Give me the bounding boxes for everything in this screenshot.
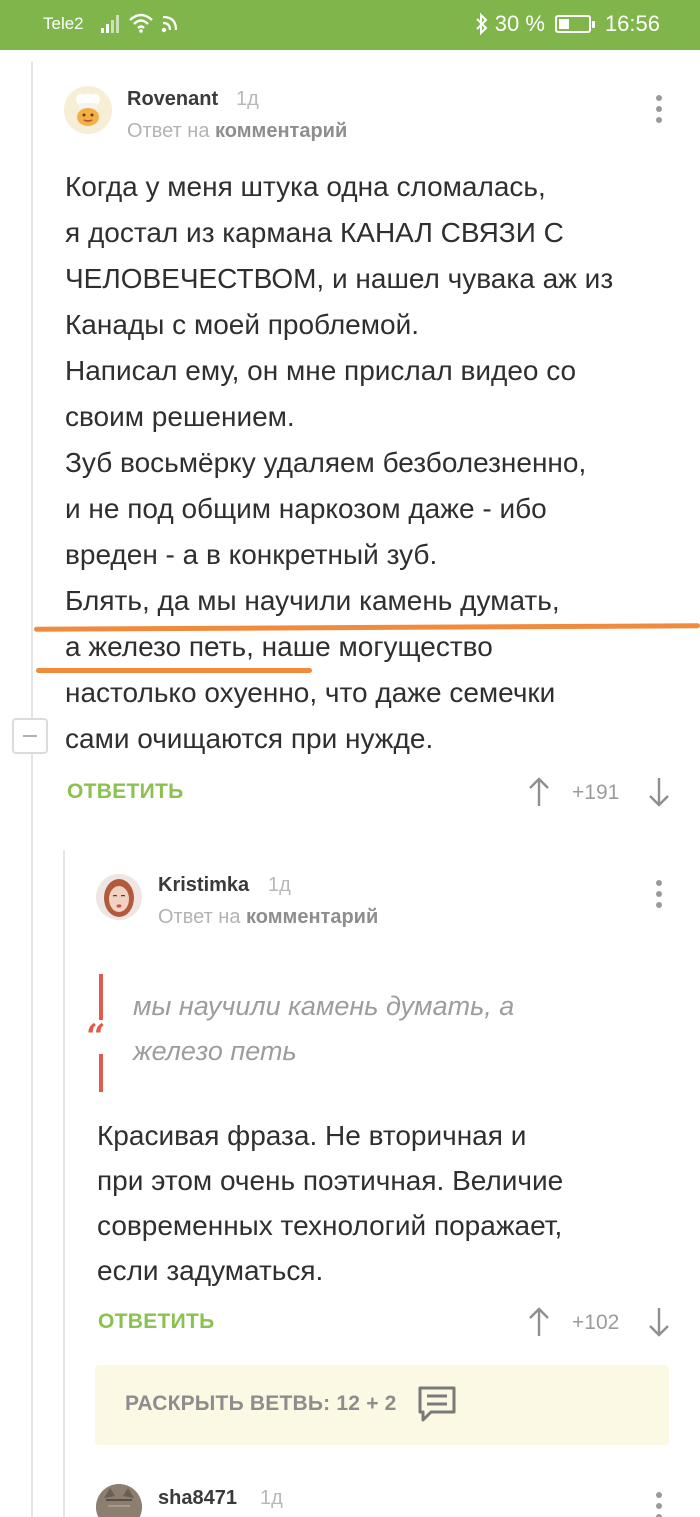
comment-line: вреден - а в конкретный зуб. [65, 539, 438, 570]
downvote-arrow-icon[interactable] [647, 1306, 671, 1338]
reply-to-label: Ответ на комментарий [158, 906, 378, 929]
comment-line: Зуб восьмёрку удаляем безболезненно, [65, 447, 587, 478]
comment-line: современных технологий поражает, [97, 1210, 563, 1241]
more-options-icon[interactable] [655, 1492, 663, 1517]
comment-line: сами очищаются при нужде. [65, 723, 434, 754]
comment-line: я достал из кармана КАНАЛ СВЯЗИ С [65, 217, 564, 248]
reply-prefix: Ответ на [158, 906, 241, 928]
comment-line: Когда у меня штука одна сломалась, [65, 171, 546, 202]
quote-line: железо петь [133, 1036, 297, 1066]
comments-icon [418, 1386, 456, 1422]
avatar[interactable] [96, 1484, 142, 1517]
reply-to-link[interactable]: комментарий [215, 120, 347, 142]
comment-line: и не под общим наркозом даже - ибо [65, 493, 547, 524]
reply-to-label: Ответ на комментарий [127, 120, 347, 143]
thread-line [31, 62, 33, 1517]
avatar[interactable] [64, 86, 112, 134]
upvote-arrow-icon[interactable] [527, 776, 551, 808]
downvote-arrow-icon[interactable] [647, 776, 671, 808]
more-options-icon[interactable] [655, 95, 663, 125]
comment-line: Канады с моей проблемой. [65, 309, 419, 340]
expand-branch-label: РАСКРЫТЬ ВЕТВЬ: 12 + 2 [125, 1392, 397, 1415]
comment-time: 1д [260, 1487, 283, 1509]
highlight-underline [36, 668, 312, 673]
cat-avatar-icon [96, 1484, 142, 1517]
quote-mark-icon: “ [86, 1017, 106, 1057]
battery-icon [554, 15, 595, 33]
comment-line: своим решением. [65, 401, 295, 432]
clock: 16:56 [604, 11, 660, 36]
comment-line: Красивая фраза. Не вторичная и [97, 1120, 527, 1151]
upvote-arrow-icon[interactable] [527, 1306, 551, 1338]
comment-time: 1д [268, 874, 291, 896]
user-avatar-icon [96, 874, 142, 920]
expand-branch-button[interactable]: РАСКРЫТЬ ВЕТВЬ: 12 + 2 [95, 1365, 669, 1445]
comment-author[interactable]: Rovenant [127, 88, 218, 111]
wifi-icon [129, 13, 153, 33]
comment-author[interactable]: Kristimka [158, 874, 249, 897]
quote-line: мы научили камень думать, а [133, 991, 515, 1021]
comment-body: Красивая фраза. Не вторичная и при этом … [97, 1113, 677, 1293]
comment-line: если задуматься. [97, 1255, 324, 1286]
comment-time: 1д [236, 88, 259, 110]
battery-level [558, 19, 569, 29]
comment-line: Написал ему, он мне прислал видео со [65, 355, 577, 386]
comment-score: +102 [572, 1311, 620, 1334]
comment-score: +191 [572, 781, 620, 804]
carrier-label: Tele2 [43, 14, 84, 33]
battery-percent: 30 % [494, 11, 545, 36]
comment-line: Блять, да мы научили камень думать, [65, 585, 560, 616]
comment-line: при этом очень поэтичная. Величие [97, 1165, 564, 1196]
comment-author[interactable]: sha8471 [158, 1487, 237, 1510]
reply-button[interactable]: ОТВЕТИТЬ [98, 1310, 215, 1334]
chef-avatar-icon [64, 86, 112, 134]
reply-to-link[interactable]: комментарий [246, 906, 378, 928]
quoted-text: мы научили камень думать, а железо петь [133, 984, 514, 1074]
signal-icon [101, 15, 119, 33]
reply-button[interactable]: ОТВЕТИТЬ [67, 780, 184, 804]
hotspot-icon [161, 15, 178, 33]
bluetooth-icon [476, 12, 488, 36]
status-bar: Tele2 30 % 16:56 [0, 0, 700, 50]
reply-prefix: Ответ на [127, 120, 210, 142]
collapse-thread-button[interactable] [12, 718, 48, 754]
avatar[interactable] [96, 874, 142, 920]
comment-line: ЧЕЛОВЕЧЕСТВОМ, и нашел чувака аж из [65, 263, 614, 294]
comment-line: настолько охуенно, что даже семечки [65, 677, 556, 708]
more-options-icon[interactable] [655, 880, 663, 910]
thread-line-nested [63, 850, 65, 1517]
